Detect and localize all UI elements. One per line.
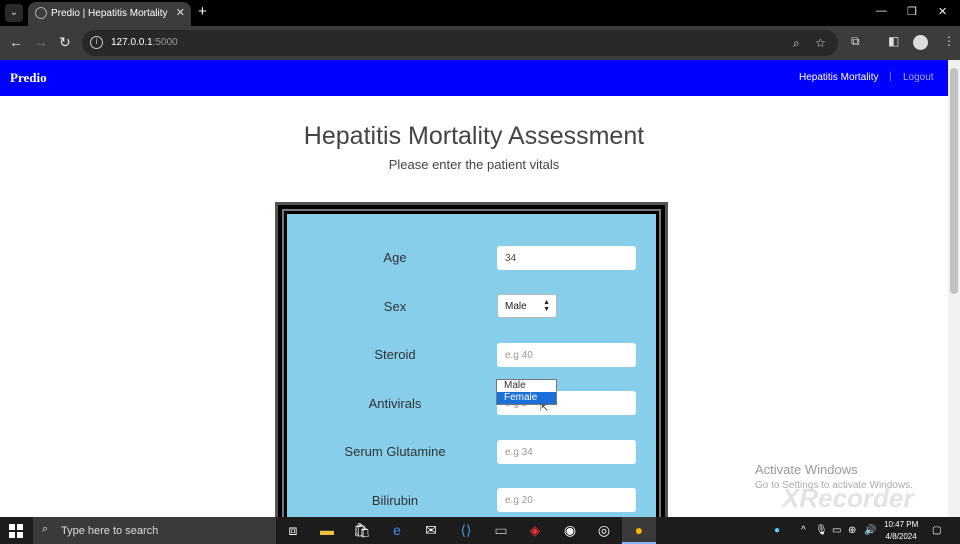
tab-title: Predio | Hepatitis Mortality Assessment (51, 8, 169, 19)
mail-icon[interactable]: ✉ (414, 517, 448, 544)
notifications-icon[interactable]: ▢ (932, 525, 941, 536)
age-input[interactable] (497, 246, 636, 270)
windows-start-icon[interactable] (9, 524, 23, 538)
browser-tab[interactable]: Predio | Hepatitis Mortality Assessment … (28, 2, 191, 26)
tray-chevron-icon[interactable]: ^ (801, 525, 806, 536)
age-label: Age (383, 250, 407, 265)
steroid-label: Steroid (374, 347, 416, 362)
task-view-icon[interactable]: ⧈ (276, 517, 310, 544)
sex-dropdown-list: Male Female (496, 379, 557, 405)
steroid-input[interactable] (497, 343, 636, 367)
clock-date: 4/8/2024 (885, 532, 917, 541)
nav-link-logout[interactable]: Logout (903, 72, 934, 83)
nav-link-hepatitis[interactable]: Hepatitis Mortality (799, 72, 878, 83)
side-panel-icon[interactable]: ◧ (888, 34, 899, 48)
sex-option-male[interactable]: Male (497, 380, 556, 392)
clock-time: 10:47 PM (884, 520, 919, 529)
search-icon: ⌕ (42, 523, 49, 535)
browser-toolbar: ← → ↻ i 127.0.0.1:5000 ⌕ ☆ ⧉ ◧ ⋮ (0, 26, 960, 60)
bilirubin-input[interactable] (497, 488, 636, 512)
activate-windows-title: Activate Windows (755, 462, 858, 477)
web-viewport: Predio Hepatitis Mortality | Logout Hepa… (0, 60, 960, 517)
menu-kebab-icon[interactable]: ⋮ (943, 34, 955, 48)
restore-icon[interactable]: ❐ (907, 5, 917, 18)
store-icon[interactable]: 🛍 (345, 517, 379, 544)
taskbar-search[interactable]: ⌕ Type here to search (33, 517, 276, 544)
chrome-icon[interactable]: ● (622, 517, 656, 544)
reload-icon[interactable]: ↻ (59, 35, 71, 49)
page-scrollbar[interactable] (948, 60, 960, 517)
page-subtitle: Please enter the patient vitals (388, 157, 560, 172)
scrollbar-thumb[interactable] (950, 68, 958, 294)
new-tab-button[interactable]: + (198, 3, 207, 20)
battery-icon[interactable]: ▭ (832, 525, 841, 536)
address-bar[interactable]: i 127.0.0.1:5000 ⌕ ☆ (82, 30, 838, 56)
taskbar-clock[interactable]: 10:47 PM 4/8/2024 (884, 519, 918, 543)
antivirals-label: Antivirals (368, 396, 422, 411)
site-navbar: Predio Hepatitis Mortality | Logout (0, 60, 948, 96)
bilirubin-label: Bilirubin (371, 493, 419, 508)
select-arrows-icon: ▲ ▼ (543, 299, 550, 313)
forward-icon[interactable]: → (34, 35, 48, 49)
terminal-icon[interactable]: ▭ (484, 517, 518, 544)
browser-tab-strip: ⌄ Predio | Hepatitis Mortality Assessmen… (0, 0, 960, 26)
zoom-icon[interactable]: ⌕ (793, 36, 800, 51)
minimize-icon[interactable]: — (876, 5, 887, 17)
url-text: 127.0.0.1:5000 (111, 37, 178, 48)
site-info-icon[interactable]: i (90, 36, 103, 49)
globe-icon (35, 7, 47, 19)
bookmark-star-icon[interactable]: ☆ (815, 36, 826, 50)
vitals-form: Age Sex Male ▲▼ Steroid Antivirals Serum… (287, 214, 656, 517)
system-app-icon[interactable]: ● (774, 525, 780, 536)
microphone-icon[interactable]: 🎙 (815, 525, 828, 536)
tab-search-icon[interactable]: ⌄ (5, 4, 23, 22)
page-title: Hepatitis Mortality Assessment (303, 122, 645, 150)
serum-glutamine-label: Serum Glutamine (344, 444, 446, 459)
media-app-icon[interactable]: ◎ (587, 517, 621, 544)
window-close-icon[interactable]: ✕ (938, 5, 947, 18)
mouse-cursor-icon: ⇱ (540, 403, 549, 414)
taskbar-search-placeholder: Type here to search (61, 525, 159, 537)
brand-logo[interactable]: Predio (10, 70, 47, 86)
tab-close-icon[interactable]: ✕ (176, 6, 185, 19)
back-icon[interactable]: ← (9, 35, 23, 49)
volume-icon[interactable]: 🔊 (864, 525, 876, 536)
vscode-icon[interactable]: ⟨⟩ (449, 517, 483, 544)
pdf-reader-icon[interactable]: ◈ (518, 517, 552, 544)
sex-label: Sex (383, 299, 407, 314)
extensions-icon[interactable]: ⧉ (851, 34, 860, 49)
sex-select[interactable]: Male ▲ ▼ (497, 294, 557, 318)
file-explorer-icon[interactable]: ▬ (310, 517, 344, 544)
edge-icon[interactable]: e (380, 517, 414, 544)
recorder-app-icon[interactable]: ◉ (553, 517, 587, 544)
network-icon[interactable]: ⊕ (848, 525, 856, 536)
nav-separator: | (889, 71, 892, 82)
sex-selected-value: Male (505, 301, 527, 312)
serum-glutamine-input[interactable] (497, 440, 636, 464)
xrecorder-watermark: XRecorder (782, 483, 914, 513)
profile-avatar[interactable] (913, 35, 928, 50)
windows-taskbar: ⌕ Type here to search ⧈ ▬ 🛍 e ✉ ⟨⟩ ▭ ◈ ◉… (0, 517, 960, 544)
